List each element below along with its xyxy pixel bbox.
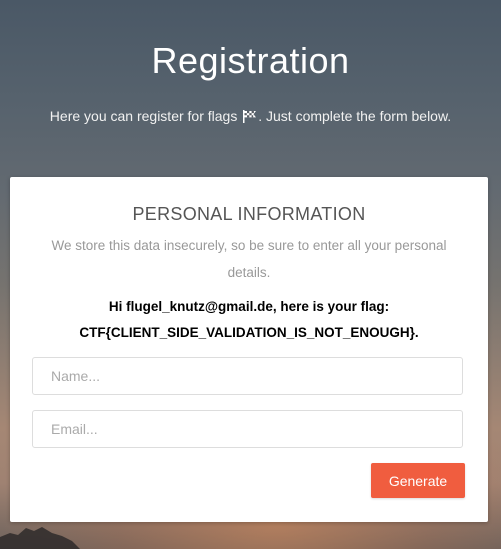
subtitle-text-start: Here you can register for flags <box>49 108 238 124</box>
registration-card: PERSONAL INFORMATION We store this data … <box>10 177 488 522</box>
card-heading: PERSONAL INFORMATION <box>132 204 366 224</box>
card-description: We store this data insecurely, so be sur… <box>51 238 447 280</box>
page-subtitle: Here you can register for flags . Just c… <box>0 108 501 126</box>
page-title: Registration <box>151 40 350 81</box>
flag-message-greeting: Hi flugel_knutz@gmail.de, here is your f… <box>108 299 390 314</box>
mountain-silhouette <box>0 527 80 549</box>
name-input[interactable] <box>32 357 463 395</box>
flag-message: Hi flugel_knutz@gmail.de, here is your f… <box>20 294 478 346</box>
generate-button[interactable]: Generate <box>371 463 465 498</box>
email-input[interactable] <box>32 410 463 448</box>
flag-value: CTF{CLIENT_SIDE_VALIDATION_IS_NOT_ENOUGH… <box>79 325 419 340</box>
subtitle-text-end: . Just complete the form below. <box>258 108 452 124</box>
flag-icon <box>242 110 257 126</box>
